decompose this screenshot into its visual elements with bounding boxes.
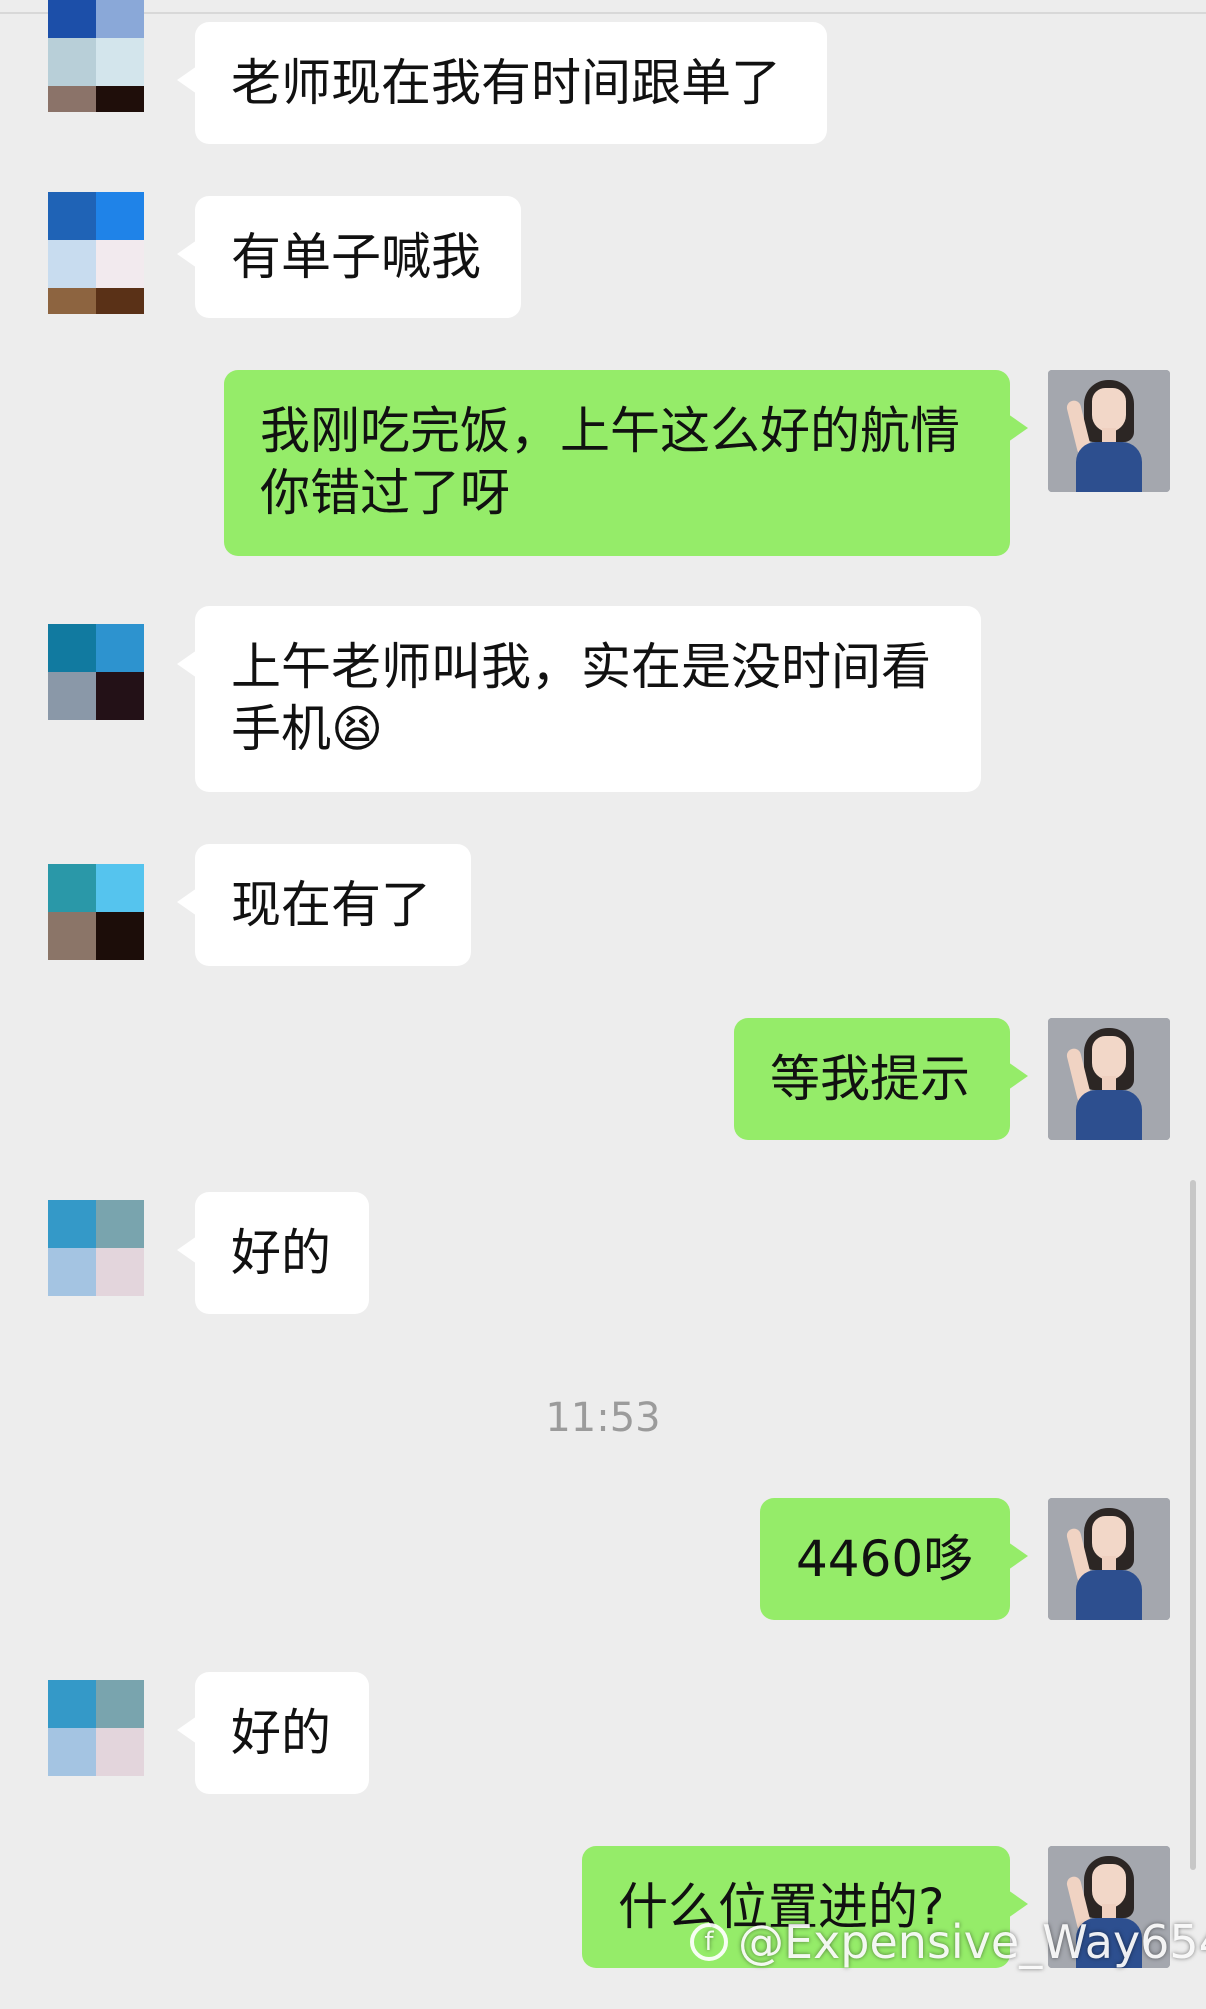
- scrollbar[interactable]: [1190, 1180, 1196, 1870]
- message-bubble-incoming[interactable]: 有单子喊我: [177, 196, 521, 318]
- message-bubble-incoming[interactable]: 好的: [177, 1672, 369, 1794]
- message-bubble-incoming[interactable]: 上午老师叫我，实在是没时间看 手机😫: [177, 606, 981, 792]
- contact-avatar-pixelated[interactable]: [48, 192, 144, 314]
- contact-avatar-pixelated[interactable]: [48, 1200, 144, 1322]
- watermark-text: @Expensive_Way6546: [738, 1915, 1206, 1969]
- top-divider: [0, 0, 1206, 14]
- message-bubble-outgoing[interactable]: 我刚吃完饭，上午这么好的航情 你错过了呀: [224, 370, 1028, 556]
- contact-avatar-pixelated[interactable]: [48, 0, 144, 112]
- message-bubble-incoming[interactable]: 老师现在我有时间跟单了: [177, 22, 827, 144]
- chat-timestamp: 11:53: [545, 1395, 661, 1441]
- portrait-icon: [1048, 1498, 1170, 1620]
- message-bubble-outgoing[interactable]: 等我提示: [734, 1018, 1028, 1140]
- user-avatar-portrait[interactable]: [1048, 1018, 1170, 1140]
- message-bubble-outgoing[interactable]: 4460哆: [760, 1498, 1028, 1620]
- watermark-logo-icon: f: [690, 1923, 728, 1961]
- message-bubble-incoming[interactable]: 好的: [177, 1192, 369, 1314]
- user-avatar-portrait[interactable]: [1048, 370, 1170, 492]
- portrait-icon: [1048, 370, 1170, 492]
- message-bubble-incoming[interactable]: 现在有了: [177, 844, 471, 966]
- contact-avatar-pixelated[interactable]: [48, 624, 144, 746]
- contact-avatar-pixelated[interactable]: [48, 1680, 144, 1802]
- user-avatar-portrait[interactable]: [1048, 1498, 1170, 1620]
- contact-avatar-pixelated[interactable]: [48, 864, 144, 986]
- watermark: f @Expensive_Way6546: [690, 1915, 1206, 1969]
- portrait-icon: [1048, 1018, 1170, 1140]
